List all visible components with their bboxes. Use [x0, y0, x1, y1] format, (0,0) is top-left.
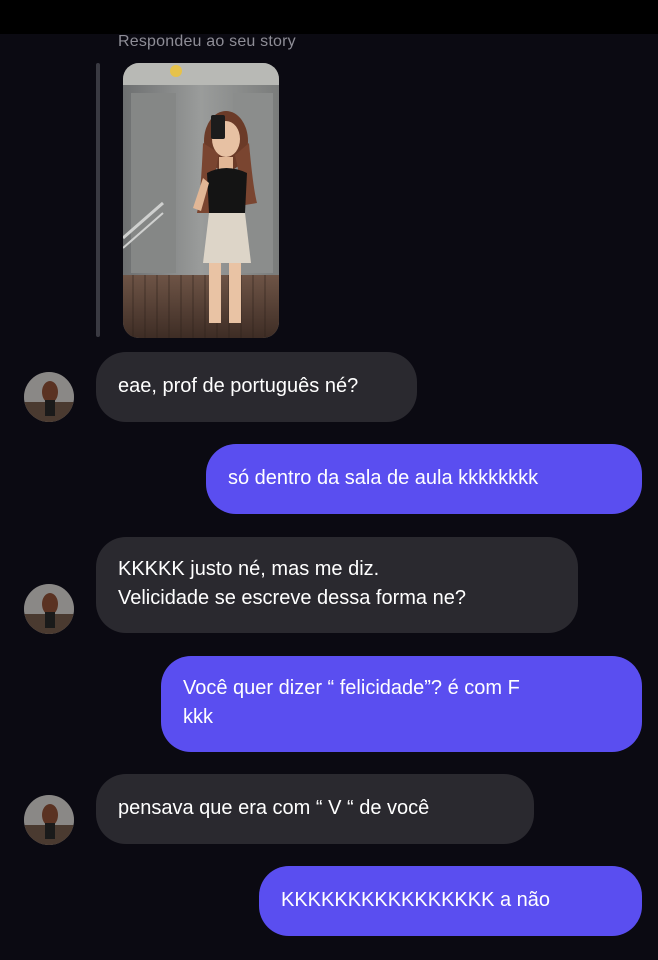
story-reply-caption: Respondeu ao seu story — [118, 33, 296, 50]
message-text: KKKKKKKKKKKKKKKK a não — [281, 889, 551, 911]
avatar-image — [24, 795, 74, 845]
message-text: kkk — [183, 706, 213, 728]
story-photo — [123, 63, 279, 338]
message-text: Você quer dizer “ felicidade”? é com F — [183, 677, 520, 699]
avatar-image — [24, 584, 74, 634]
story-thumbnail[interactable] — [123, 63, 279, 338]
contact-avatar[interactable] — [24, 795, 74, 845]
contact-avatar[interactable] — [24, 584, 74, 634]
message-text: só dentro da sala de aula kkkkkkkk — [228, 467, 539, 489]
message-text: Velicidade se escreve dessa forma ne? — [118, 587, 466, 609]
received-message: pensava que era com “ V “ de você — [96, 774, 534, 844]
sent-message: KKKKKKKKKKKKKKKK a não — [259, 866, 642, 936]
reply-indicator-line — [96, 63, 100, 337]
sent-message: só dentro da sala de aula kkkkkkkk — [206, 444, 642, 514]
message-text: eae, prof de português né? — [118, 375, 359, 397]
received-message: eae, prof de português né? — [96, 352, 417, 422]
message-text: pensava que era com “ V “ de você — [118, 797, 430, 819]
top-bar — [0, 0, 658, 34]
sent-message: Você quer dizer “ felicidade”? é com F k… — [161, 656, 642, 752]
contact-avatar[interactable] — [24, 372, 74, 422]
message-text: KKKKK justo né, mas me diz. — [118, 558, 380, 580]
avatar-image — [24, 372, 74, 422]
received-message: KKKKK justo né, mas me diz. Velicidade s… — [96, 537, 578, 633]
